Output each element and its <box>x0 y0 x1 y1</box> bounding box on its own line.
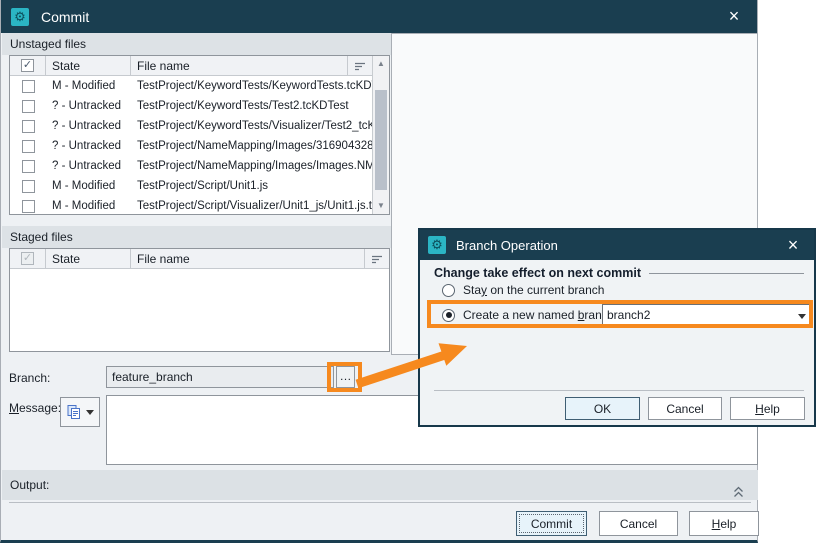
branch-field[interactable]: feature_branch <box>106 366 334 388</box>
output-section-bar: Output: <box>2 470 758 500</box>
group-rule <box>649 272 804 274</box>
scroll-up-icon[interactable]: ▲ <box>373 56 389 72</box>
output-label: Output: <box>10 478 50 492</box>
column-header-filename[interactable]: File name <box>131 56 348 75</box>
screenshot-stage: ⚙ Commit × Unstaged files ✓ State File n… <box>0 0 816 545</box>
app-gear-icon: ⚙ <box>11 7 29 26</box>
message-label: Message: <box>9 401 62 415</box>
ok-button[interactable]: OK <box>565 397 640 420</box>
column-header-state[interactable]: State <box>46 56 131 75</box>
collapse-chevrons-icon[interactable] <box>733 479 744 509</box>
select-all-cell: ✓ <box>10 249 46 268</box>
row-checkbox[interactable] <box>21 179 35 193</box>
popup-title: Branch Operation <box>456 237 558 253</box>
help-button[interactable]: Help <box>730 397 805 420</box>
scroll-down-icon[interactable]: ▼ <box>373 198 389 214</box>
row-state: ? - Untracked <box>52 160 122 172</box>
table-row[interactable]: ? - Untracked TestProject/NameMapping/Im… <box>10 156 372 176</box>
row-filename: TestProject/Script/Visualizer/Unit1_js/U… <box>137 200 372 212</box>
radio-create-named-branch[interactable]: Create a new named branch <box>442 308 614 322</box>
column-header-state[interactable]: State <box>46 249 131 268</box>
column-header-filename[interactable]: File name <box>131 249 365 268</box>
select-all-checkbox[interactable]: ✓ <box>21 59 34 72</box>
row-filename: TestProject/NameMapping/Images/Images.NM… <box>137 160 372 172</box>
row-filename: TestProject/KeywordTests/Visualizer/Test… <box>137 120 372 132</box>
row-filename: TestProject/Script/Unit1.js <box>137 180 269 192</box>
row-checkbox[interactable] <box>21 159 35 173</box>
row-state: M - Modified <box>52 80 116 92</box>
cancel-button[interactable]: Cancel <box>648 397 722 420</box>
branch-operation-dialog: ⚙ Branch Operation × Change take effect … <box>418 228 816 427</box>
row-checkbox[interactable] <box>21 99 35 113</box>
row-checkbox[interactable] <box>21 139 35 153</box>
row-state: ? - Untracked <box>52 140 122 152</box>
row-checkbox[interactable] <box>21 199 35 213</box>
copy-pages-icon <box>67 405 80 419</box>
staged-files-label: Staged files <box>2 226 391 248</box>
sort-icon[interactable] <box>365 249 389 268</box>
table-row[interactable]: ? - Untracked TestProject/NameMapping/Im… <box>10 136 372 156</box>
chevron-down-icon[interactable] <box>798 314 806 319</box>
group-heading: Change take effect on next commit <box>434 266 804 280</box>
table-row[interactable]: M - Modified TestProject/Script/Visualiz… <box>10 196 372 214</box>
commit-button[interactable]: Commit <box>516 511 587 536</box>
unstaged-files-label: Unstaged files <box>2 33 391 55</box>
row-state: ? - Untracked <box>52 120 122 132</box>
branch-name-value: branch2 <box>607 308 651 322</box>
branch-label: Branch: <box>9 371 51 385</box>
table-row[interactable]: M - Modified TestProject/Script/Unit1.js <box>10 176 372 196</box>
chevron-down-icon <box>86 409 94 415</box>
unstaged-files-table: ✓ State File name M - Modified TestProje… <box>9 55 390 215</box>
table-row[interactable]: M - Modified TestProject/KeywordTests/Ke… <box>10 76 372 96</box>
row-state: ? - Untracked <box>52 100 122 112</box>
vertical-scrollbar[interactable]: ▲ ▼ <box>372 56 389 214</box>
table-row[interactable]: ? - Untracked TestProject/KeywordTests/V… <box>10 116 372 136</box>
close-icon[interactable]: × <box>721 5 747 27</box>
popup-separator <box>434 390 804 391</box>
row-filename: TestProject/NameMapping/Images/316904328… <box>137 140 372 152</box>
close-icon[interactable]: × <box>780 234 806 256</box>
row-checkbox[interactable] <box>21 79 35 93</box>
branch-operation-titlebar: ⚙ Branch Operation × <box>420 230 814 260</box>
staged-table-header: ✓ State File name <box>10 249 389 269</box>
select-all-cell: ✓ <box>10 56 46 75</box>
message-template-button[interactable] <box>60 397 100 427</box>
row-state: M - Modified <box>52 200 116 212</box>
table-row[interactable]: ? - Untracked TestProject/KeywordTests/T… <box>10 96 372 116</box>
app-gear-icon: ⚙ <box>428 236 446 254</box>
select-all-checkbox-disabled: ✓ <box>21 252 34 265</box>
row-filename: TestProject/KeywordTests/Test2.tcKDTest <box>137 100 349 112</box>
footer-separator <box>9 502 751 503</box>
unstaged-table-header: ✓ State File name <box>10 56 372 76</box>
row-checkbox[interactable] <box>21 119 35 133</box>
sort-icon[interactable] <box>348 56 372 75</box>
radio-label: Create a new named branch <box>463 308 615 322</box>
radio-circle[interactable] <box>442 283 455 297</box>
cancel-button[interactable]: Cancel <box>599 511 678 536</box>
dialog-title: Commit <box>41 8 90 25</box>
new-branch-name-combobox[interactable]: branch2 <box>602 304 813 326</box>
branch-browse-button[interactable]: … <box>336 366 355 388</box>
radio-circle-selected[interactable] <box>442 308 455 322</box>
radio-stay-current-branch[interactable]: Stay on the current branch <box>442 283 604 297</box>
row-filename: TestProject/KeywordTests/KeywordTests.tc… <box>137 80 372 92</box>
row-state: M - Modified <box>52 180 116 192</box>
help-button[interactable]: Help <box>689 511 759 536</box>
scrollbar-thumb[interactable] <box>375 90 387 190</box>
commit-dialog-titlebar: ⚙ Commit × <box>1 0 757 33</box>
staged-files-table: ✓ State File name <box>9 248 390 352</box>
radio-label: Stay on the current branch <box>463 283 605 297</box>
group-title: Change take effect on next commit <box>434 266 641 280</box>
